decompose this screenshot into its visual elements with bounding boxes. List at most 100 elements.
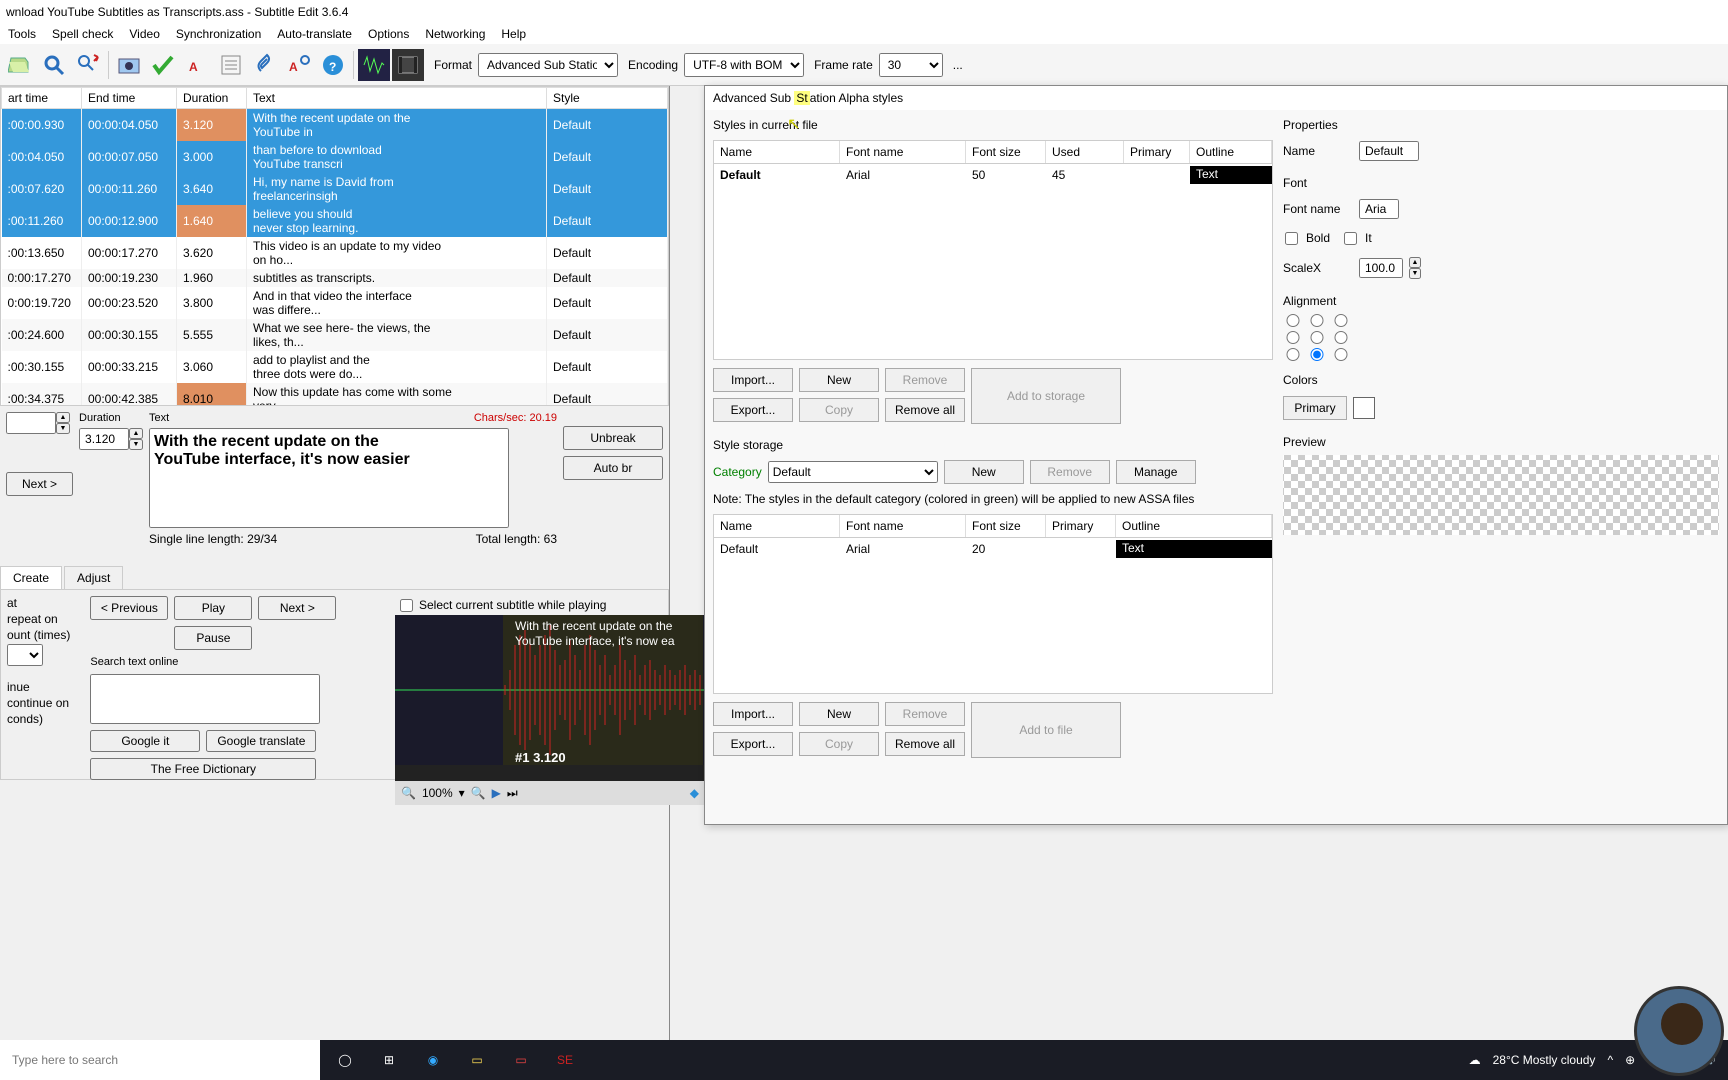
framerate-select[interactable]: 30	[879, 53, 943, 77]
name-input[interactable]	[1359, 141, 1419, 161]
waveform[interactable]: With the recent update on the YouTube in…	[395, 615, 705, 805]
export-button-2[interactable]: Export...	[713, 732, 793, 756]
primary-color-button[interactable]: Primary	[1283, 396, 1347, 420]
taskbar-search[interactable]: Type here to search	[0, 1040, 320, 1080]
cat-remove-button[interactable]: Remove	[1030, 460, 1110, 484]
col-text[interactable]: Text	[247, 88, 547, 109]
task-app1-icon[interactable]: ▭	[500, 1040, 542, 1080]
waveform-icon[interactable]	[358, 49, 390, 81]
unbreak-button[interactable]: Unbreak	[563, 426, 663, 450]
primary-color-swatch[interactable]	[1353, 397, 1375, 419]
settings-icon[interactable]: A	[283, 49, 315, 81]
google-it-button[interactable]: Google it	[90, 730, 200, 752]
task-view-icon[interactable]: ◯	[324, 1040, 366, 1080]
col-name[interactable]: Name	[714, 141, 840, 163]
bold-checkbox[interactable]	[1285, 232, 1298, 245]
subtitle-table-wrap[interactable]: art time End time Duration Text Style :0…	[0, 86, 669, 406]
menu-help[interactable]: Help	[501, 27, 526, 41]
removeall-button[interactable]: Remove all	[885, 398, 965, 422]
align-bc[interactable]	[1307, 348, 1327, 361]
count-select[interactable]	[7, 644, 43, 666]
align-tr[interactable]	[1331, 314, 1351, 327]
scol-primary[interactable]: Primary	[1046, 515, 1116, 537]
play-button[interactable]: Play	[174, 596, 252, 620]
style-row[interactable]: Default Arial 50 45 Text	[714, 164, 1272, 186]
spin-unknown[interactable]: ▲▼	[6, 412, 73, 434]
category-select[interactable]: Default	[768, 461, 938, 483]
play-icon[interactable]: ▶	[492, 786, 501, 800]
find-icon[interactable]	[38, 49, 70, 81]
tray-icon-1[interactable]: ⊕	[1625, 1053, 1635, 1067]
col-style[interactable]: Style	[547, 88, 668, 109]
help-icon[interactable]: ?	[317, 49, 349, 81]
copy-button[interactable]: Copy	[799, 398, 879, 422]
task-app2-icon[interactable]: SE	[544, 1040, 586, 1080]
previous-button[interactable]: < Previous	[90, 596, 168, 620]
subtitle-table[interactable]: art time End time Duration Text Style :0…	[1, 87, 668, 406]
storage-list[interactable]: Name Font name Font size Primary Outline…	[713, 514, 1273, 694]
col-fontsize[interactable]: Font size	[966, 141, 1046, 163]
align-mc[interactable]	[1307, 331, 1327, 344]
free-dictionary-button[interactable]: The Free Dictionary	[90, 758, 316, 780]
pause-button[interactable]: Pause	[174, 626, 252, 650]
tray-up-icon[interactable]: ^	[1607, 1053, 1613, 1067]
table-row[interactable]: 0:00:19.72000:00:23.5203.800And in that …	[2, 287, 668, 319]
italic-checkbox[interactable]	[1344, 232, 1357, 245]
zoom-in-icon[interactable]: 🔍	[471, 786, 486, 800]
removeall-button-2[interactable]: Remove all	[885, 732, 965, 756]
attach-icon[interactable]	[249, 49, 281, 81]
duration-spinner[interactable]: ▲▼	[79, 428, 143, 450]
slider-icon[interactable]: ◆	[690, 786, 699, 800]
encoding-select[interactable]: UTF-8 with BOM	[684, 53, 804, 77]
menu-video[interactable]: Video	[129, 27, 159, 41]
table-row[interactable]: :00:11.26000:00:12.9001.640believe you s…	[2, 205, 668, 237]
scol-outline[interactable]: Outline	[1116, 515, 1272, 537]
menu-autotranslate[interactable]: Auto-translate	[277, 27, 352, 41]
col-used[interactable]: Used	[1046, 141, 1124, 163]
remove-button-2[interactable]: Remove	[885, 702, 965, 726]
tab-create[interactable]: Create	[0, 566, 62, 589]
col-end[interactable]: End time	[82, 88, 177, 109]
remove-button[interactable]: Remove	[885, 368, 965, 392]
add-storage-button[interactable]: Add to storage	[971, 368, 1121, 424]
spellcheck-icon[interactable]: A	[181, 49, 213, 81]
menu-tools[interactable]: Tools	[8, 27, 36, 41]
zoom-dropdown-icon[interactable]: ▾	[459, 786, 465, 800]
search-online-input[interactable]	[90, 674, 320, 724]
task-edge-icon[interactable]: ◉	[412, 1040, 454, 1080]
seek-icon[interactable]: ⏭	[507, 786, 518, 801]
scol-fontname[interactable]: Font name	[840, 515, 966, 537]
table-row[interactable]: :00:13.65000:00:17.2703.620This video is…	[2, 237, 668, 269]
menu-networking[interactable]: Networking	[425, 27, 485, 41]
menu-spellcheck[interactable]: Spell check	[52, 27, 113, 41]
zoom-out-icon[interactable]: 🔍	[401, 786, 416, 800]
replace-icon[interactable]	[72, 49, 104, 81]
menu-sync[interactable]: Synchronization	[176, 27, 261, 41]
spellcheck-ok-icon[interactable]	[147, 49, 179, 81]
copy-button-2[interactable]: Copy	[799, 732, 879, 756]
tab-adjust[interactable]: Adjust	[64, 566, 123, 589]
import-button-2[interactable]: Import...	[713, 702, 793, 726]
fontname-input[interactable]	[1359, 199, 1399, 219]
add-file-button[interactable]: Add to file	[971, 702, 1121, 758]
table-row[interactable]: 0:00:17.27000:00:19.2301.960subtitles as…	[2, 269, 668, 287]
align-br[interactable]	[1331, 348, 1351, 361]
table-row[interactable]: :00:04.05000:00:07.0503.000than before t…	[2, 141, 668, 173]
table-row[interactable]: :00:24.60000:00:30.1555.555What we see h…	[2, 319, 668, 351]
col-duration[interactable]: Duration	[177, 88, 247, 109]
align-bl[interactable]	[1283, 348, 1303, 361]
storage-row[interactable]: Default Arial 20 Text	[714, 538, 1272, 560]
col-start[interactable]: art time	[2, 88, 82, 109]
netflix-icon[interactable]	[215, 49, 247, 81]
next-button[interactable]: Next >	[6, 472, 73, 496]
menu-options[interactable]: Options	[368, 27, 409, 41]
weather-icon[interactable]: ☁	[1469, 1053, 1481, 1067]
scol-name[interactable]: Name	[714, 515, 840, 537]
scalex-input[interactable]	[1359, 258, 1403, 278]
export-button[interactable]: Export...	[713, 398, 793, 422]
cat-new-button[interactable]: New	[944, 460, 1024, 484]
next-button-2[interactable]: Next >	[258, 596, 336, 620]
scol-fontsize[interactable]: Font size	[966, 515, 1046, 537]
table-row[interactable]: :00:30.15500:00:33.2153.060add to playli…	[2, 351, 668, 383]
align-tc[interactable]	[1307, 314, 1327, 327]
